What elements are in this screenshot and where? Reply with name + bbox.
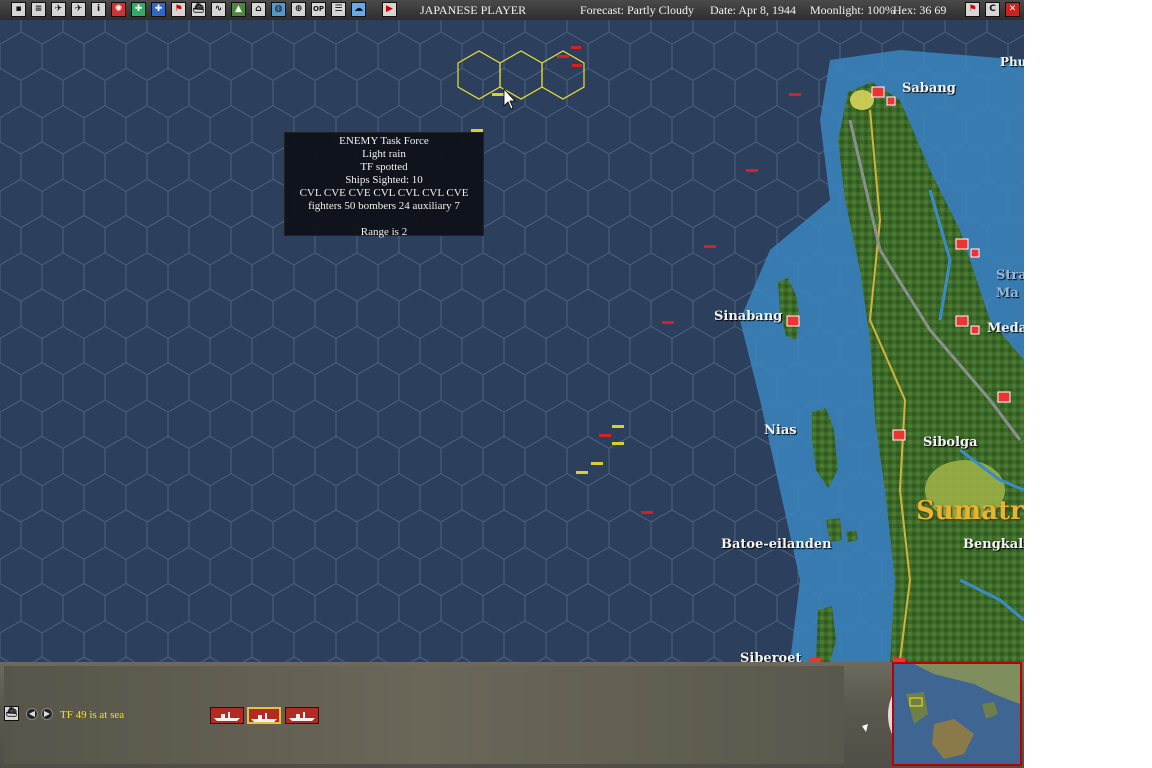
forecast-label: Forecast: Partly Cloudy [580, 3, 694, 17]
aircraft-icon[interactable]: ✈ [71, 2, 86, 17]
place-label: Phu [1000, 55, 1024, 69]
place-label: Bengkalis [963, 537, 1024, 552]
map-svg [0, 20, 1024, 662]
ship-icon [289, 712, 315, 721]
ground-unit-icon[interactable]: ✚ [131, 2, 146, 17]
task-force-tooltip: ENEMY Task Force Light rain TF spotted S… [284, 132, 484, 238]
hex-label: Hex: 36 69 [893, 3, 947, 17]
tooltip-line: TF spotted [360, 161, 408, 173]
save-icon[interactable]: ▪ [11, 2, 26, 17]
play-icon[interactable]: ▶ [382, 2, 397, 17]
place-label: Sinabang [714, 309, 783, 324]
plane-icon[interactable]: ✚ [151, 2, 166, 17]
place-label: Stra [996, 268, 1024, 283]
supply-icon[interactable]: ▲ [231, 2, 246, 17]
clear-terrain [850, 90, 874, 110]
minimap-svg [894, 664, 1020, 764]
hex-map[interactable]: Sabang Phu Sinabang Nias Sibolga Medan S… [0, 20, 1024, 666]
place-label: Sibolga [923, 435, 978, 450]
ship-class-button[interactable] [285, 707, 319, 724]
place-label: Sabang [902, 81, 956, 96]
tooltip-line [285, 213, 483, 226]
cloud-icon[interactable]: ☁ [351, 2, 366, 17]
tooltip-line: Range is 2 [360, 226, 408, 238]
info-icon[interactable]: i [91, 2, 106, 17]
tooltip-line: ENEMY Task Force [339, 135, 429, 147]
top-toolbar: ▪ ≡ ✈ ✈ i ✺ ✚ ✚ ⚑ ⛴ ∿ ▲ ⌂ ◍ ⊕ OP ☰ ☁ ▶ J… [0, 0, 1024, 21]
rising-sun-icon[interactable]: ✺ [111, 2, 126, 17]
report-icon[interactable]: ≡ [31, 2, 46, 17]
tooltip-line: fighters 50 bombers 24 auxiliary 7 [308, 200, 460, 212]
game-window: ▪ ≡ ✈ ✈ i ✺ ✚ ✚ ⚑ ⛴ ∿ ▲ ⌂ ◍ ⊕ OP ☰ ☁ ▶ J… [0, 0, 1024, 768]
next-icon[interactable]: ▶ [41, 708, 53, 720]
tooltip-line: Light rain [362, 148, 406, 160]
globe-icon[interactable]: ◍ [271, 2, 286, 17]
panel-background [4, 666, 844, 764]
aircraft-icon[interactable]: ✈ [51, 2, 66, 17]
place-label: Nias [764, 423, 797, 438]
place-label: Medan [987, 321, 1024, 336]
close-icon[interactable]: ✕ [1005, 2, 1020, 17]
c-icon[interactable]: C [985, 2, 1000, 17]
moonlight-label: Moonlight: 100% [810, 3, 896, 17]
previous-icon[interactable]: ◀ [26, 708, 38, 720]
ship-icon[interactable]: ⛴ [191, 2, 206, 17]
scroll-icon[interactable]: ∿ [211, 2, 226, 17]
date-label: Date: Apr 8, 1944 [710, 3, 796, 17]
place-label: Batoe-eilanden [721, 537, 832, 552]
mini-map[interactable] [892, 662, 1022, 766]
status-text: TF 49 is at sea [60, 709, 125, 721]
ship-icon [214, 712, 240, 721]
zoom-icon[interactable]: ⊕ [291, 2, 306, 17]
tooltip-line: Ships Sighted: 10 [345, 174, 423, 186]
base-icon[interactable]: ⌂ [251, 2, 266, 17]
place-label: Ma [996, 286, 1019, 301]
op-icon[interactable]: OP [311, 2, 326, 17]
list-icon[interactable]: ☰ [331, 2, 346, 17]
ship-class-button[interactable] [247, 707, 281, 724]
tooltip-line: CVL CVE CVE CVL CVL CVL CVE [299, 187, 469, 199]
ship-icon[interactable]: ⛴ [4, 706, 19, 721]
flag-icon[interactable]: ⚑ [171, 2, 186, 17]
ship-icon [251, 713, 277, 722]
region-label: Sumatra [916, 496, 1024, 526]
ship-class-button[interactable] [210, 707, 244, 724]
player-label: JAPANESE PLAYER [420, 3, 527, 17]
flag-icon[interactable]: ⚑ [965, 2, 980, 17]
